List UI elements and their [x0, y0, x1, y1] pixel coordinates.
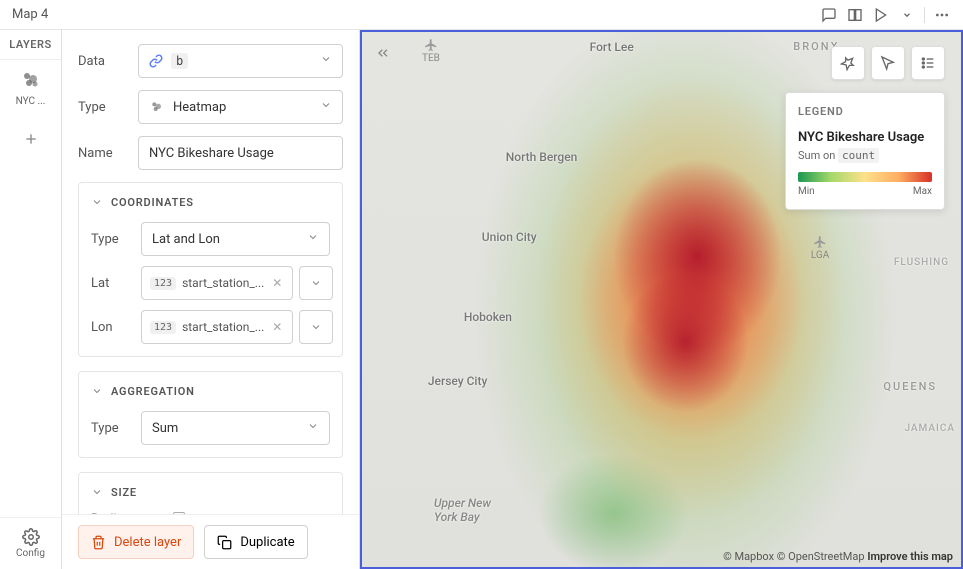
name-label: Name: [78, 146, 128, 161]
link-icon: [149, 54, 163, 68]
data-select[interactable]: b: [138, 44, 343, 78]
coordinates-section-head[interactable]: COORDINATES: [79, 183, 342, 222]
type-value: Heatmap: [173, 100, 226, 115]
legend-min: Min: [798, 186, 815, 197]
duplicate-label: Duplicate: [240, 535, 294, 550]
chevron-down-icon: [307, 231, 319, 247]
agg-type-value: Sum: [152, 421, 178, 436]
lon-label: Lon: [91, 320, 131, 335]
coord-type-label: Type: [91, 232, 131, 247]
airport-teb: TEB: [422, 38, 440, 64]
coordinates-title: COORDINATES: [111, 196, 194, 209]
legend: LEGEND NYC Bikeshare Usage Sum on count …: [785, 92, 945, 210]
agg-type-label: Type: [91, 421, 131, 436]
chevron-down-icon: [320, 53, 332, 69]
comment-icon[interactable]: [820, 6, 838, 24]
map-label: North Bergen: [506, 150, 578, 164]
heatmap-icon: [149, 99, 165, 115]
size-title: SIZE: [111, 486, 137, 499]
agg-type-select[interactable]: Sum: [141, 411, 330, 445]
map-label: Jersey City: [428, 374, 488, 388]
delete-layer-button[interactable]: Delete layer: [78, 525, 194, 559]
legend-meta: Sum on count: [798, 149, 932, 162]
layer-thumb-label: NYC ...: [4, 96, 57, 107]
lat-label: Lat: [91, 276, 131, 291]
legend-gradient: [798, 172, 932, 182]
duplicate-button[interactable]: Duplicate: [204, 525, 307, 559]
data-value: b: [171, 53, 188, 69]
airport-lga: LGA: [811, 235, 829, 261]
trash-icon: [91, 535, 106, 550]
play-dropdown-icon[interactable]: [898, 6, 916, 24]
map-label: Union City: [482, 230, 537, 244]
name-input[interactable]: [149, 146, 332, 161]
map-label: Upper New York Bay: [434, 496, 491, 524]
map-canvas[interactable]: Fort Lee BRONX North Bergen Union City H…: [360, 30, 963, 569]
lon-dropdown-button[interactable]: [299, 310, 333, 344]
plane-icon: [813, 235, 827, 249]
map-label: Hoboken: [464, 310, 512, 324]
lat-dropdown-button[interactable]: [299, 266, 333, 300]
gear-icon: [22, 528, 40, 546]
heatmap-icon: [19, 68, 43, 92]
map-label: JAMAICA: [904, 423, 955, 434]
chevron-down-icon: [91, 483, 103, 502]
copy-icon: [217, 535, 232, 550]
delete-label: Delete layer: [114, 535, 181, 550]
lat-field[interactable]: 123 start_station_... ✕: [141, 266, 293, 300]
layers-label: LAYERS: [0, 30, 61, 60]
app-title: Map 4: [12, 7, 48, 22]
coord-type-value: Lat and Lon: [152, 232, 220, 247]
map-attribution: © Mapbox © OpenStreetMap Improve this ma…: [723, 550, 953, 563]
chevron-down-icon: [320, 99, 332, 115]
numeric-badge: 123: [150, 321, 176, 334]
data-label: Data: [78, 54, 128, 69]
map-label: Fort Lee: [590, 40, 634, 54]
legend-title: LEGEND: [798, 105, 932, 118]
legend-layer-name: NYC Bikeshare Usage: [798, 130, 932, 145]
legend-toggle[interactable]: [911, 46, 945, 80]
type-label: Type: [78, 100, 128, 115]
lat-value: start_station_...: [182, 276, 264, 290]
coord-type-select[interactable]: Lat and Lon: [141, 222, 330, 256]
collapse-panel-button[interactable]: [370, 40, 396, 66]
clear-icon[interactable]: ✕: [270, 276, 284, 290]
more-icon[interactable]: [933, 6, 951, 24]
divider: [924, 7, 925, 23]
layer-thumb[interactable]: NYC ...: [0, 60, 61, 115]
aggregation-title: AGGREGATION: [111, 385, 195, 398]
lon-field[interactable]: 123 start_station_... ✕: [141, 310, 293, 344]
config-button[interactable]: Config: [0, 517, 61, 569]
cursor-tool[interactable]: [871, 46, 905, 80]
config-label: Config: [4, 548, 57, 559]
plane-icon: [424, 38, 438, 52]
map-label: QUEENS: [883, 380, 937, 393]
lon-value: start_station_...: [182, 320, 264, 334]
aggregation-section-head[interactable]: AGGREGATION: [79, 372, 342, 411]
play-icon[interactable]: [872, 6, 890, 24]
clear-icon[interactable]: ✕: [270, 320, 284, 334]
improve-map-link[interactable]: Improve this map: [867, 550, 953, 563]
chevron-down-icon: [91, 382, 103, 401]
add-layer-button[interactable]: [13, 121, 49, 157]
numeric-badge: 123: [150, 277, 176, 290]
type-select[interactable]: Heatmap: [138, 90, 343, 124]
chevron-down-icon: [91, 193, 103, 212]
chevron-down-icon: [307, 420, 319, 436]
pin-tool[interactable]: [831, 46, 865, 80]
columns-icon[interactable]: [846, 6, 864, 24]
name-input-wrap[interactable]: [138, 136, 343, 170]
legend-max: Max: [913, 186, 932, 197]
map-label: FLUSHING: [894, 257, 949, 268]
size-section-head[interactable]: SIZE: [79, 473, 342, 512]
